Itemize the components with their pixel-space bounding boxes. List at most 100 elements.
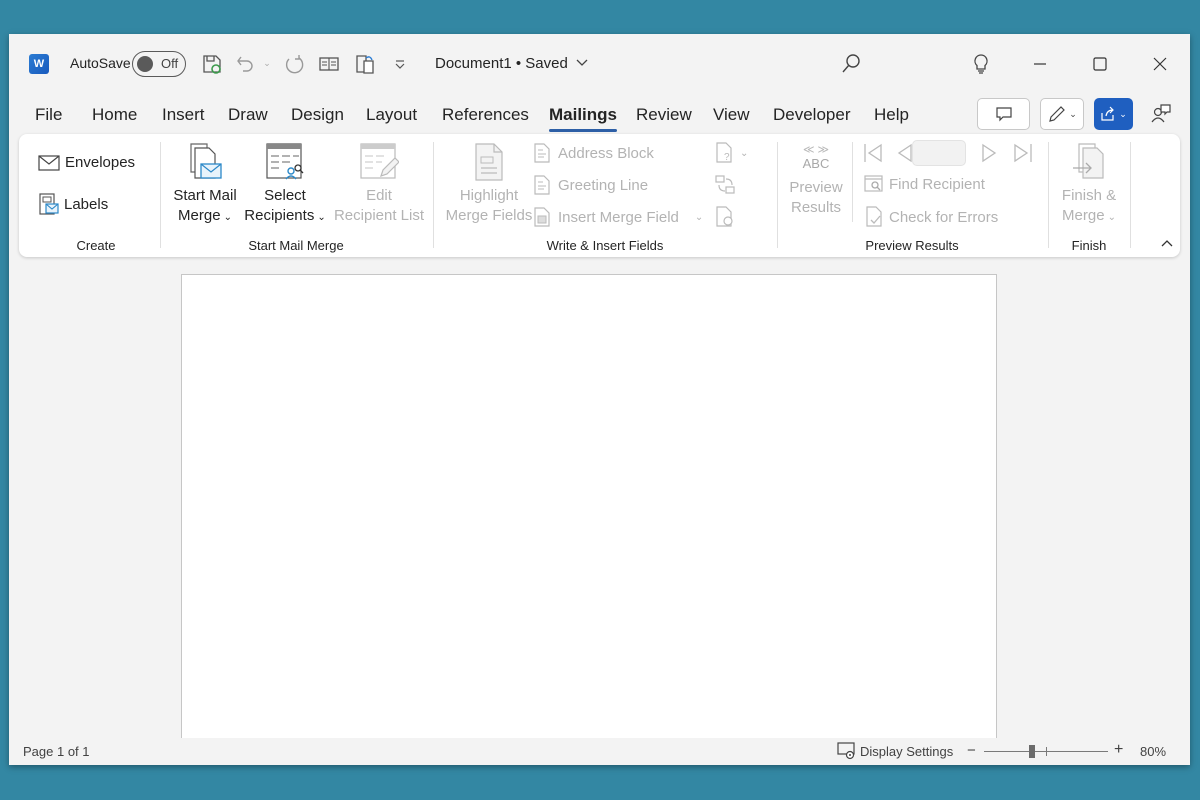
group-label-start-mail-merge: Start Mail Merge — [248, 238, 344, 253]
maximize-button[interactable] — [1077, 48, 1123, 80]
customize-toolbar-icon[interactable] — [388, 52, 412, 76]
search-icon[interactable] — [839, 52, 863, 76]
group-separator — [1048, 142, 1049, 248]
abc-icon: ABC — [802, 156, 830, 171]
word-logo-icon: W — [29, 54, 49, 74]
tab-draw[interactable]: Draw — [228, 100, 268, 130]
tab-mailings[interactable]: Mailings — [549, 100, 618, 132]
group-separator — [433, 142, 434, 248]
match-fields-icon — [715, 175, 735, 194]
group-label-preview-results: Preview Results — [865, 238, 959, 253]
find-recipient-label: Find Recipient — [889, 175, 985, 193]
start-mail-merge-icon — [190, 143, 222, 179]
document-update-icon[interactable] — [353, 52, 377, 76]
redo-icon[interactable] — [282, 52, 306, 76]
mailings-ribbon: Envelopes Labels Create Start Mail Merge… — [19, 134, 1180, 257]
update-labels-button[interactable] — [716, 206, 736, 228]
match-fields-button[interactable] — [714, 175, 736, 195]
next-record-icon — [982, 143, 997, 163]
last-record-icon — [1014, 143, 1032, 163]
editing-pen-icon — [1049, 106, 1066, 122]
chevron-down-icon: ⌄ — [740, 147, 749, 159]
preview-label-1: Preview — [789, 179, 843, 196]
undo-icon[interactable] — [234, 52, 258, 76]
highlight-merge-fields-button[interactable]: Highlight Merge Fields — [441, 142, 537, 226]
svg-text:?: ? — [724, 152, 730, 163]
last-record-button[interactable] — [1012, 142, 1034, 164]
update-labels-icon — [716, 206, 733, 227]
labels-label: Labels — [64, 195, 109, 213]
display-settings-button[interactable]: Display Settings — [837, 742, 953, 760]
minimize-button[interactable] — [1017, 48, 1063, 80]
address-block-icon — [534, 143, 550, 163]
lightbulb-icon[interactable] — [971, 52, 991, 76]
first-record-button[interactable] — [862, 142, 884, 164]
toggle-knob — [137, 56, 153, 72]
tab-design[interactable]: Design — [291, 100, 344, 130]
check-for-errors-button[interactable]: Check for Errors — [866, 206, 998, 228]
tab-developer[interactable]: Developer — [773, 100, 851, 130]
close-button[interactable] — [1137, 48, 1183, 80]
next-record-button[interactable] — [981, 142, 999, 164]
finish-and-merge-button[interactable]: Finish & Merge ⌄ — [1052, 142, 1126, 228]
tab-references[interactable]: References — [442, 100, 529, 130]
select-recipients-button[interactable]: Select Recipients ⌄ — [243, 142, 327, 228]
first-record-icon — [864, 143, 882, 163]
select-recipients-icon — [266, 143, 304, 180]
title-bar: W AutoSave Off ⌄ Document1 • Saved — [9, 34, 1190, 94]
editing-mode-button[interactable]: ⌄ — [1040, 98, 1084, 130]
edit-list-label-2: Recipient List — [333, 207, 425, 224]
tab-review[interactable]: Review — [636, 100, 692, 130]
edit-recipient-list-button[interactable]: Edit Recipient List — [329, 142, 429, 226]
status-bar: Page 1 of 1 Display Settings − + 80% — [9, 738, 1190, 765]
collapse-ribbon-button[interactable] — [1160, 237, 1174, 249]
coauthor-button[interactable] — [1149, 102, 1173, 126]
finish-label-2: Merge ⌄ — [1062, 207, 1116, 224]
document-page[interactable] — [181, 274, 997, 765]
autosave-toggle[interactable]: Off — [132, 51, 186, 77]
rules-button[interactable]: ? ⌄ — [716, 142, 748, 164]
finish-merge-icon — [1073, 143, 1104, 179]
start-mail-merge-button[interactable]: Start Mail Merge ⌄ — [166, 142, 244, 228]
preview-label-2: Results — [790, 199, 842, 216]
zoom-slider-thumb[interactable] — [1029, 745, 1036, 758]
autosave-state: Off — [161, 56, 179, 71]
check-errors-label: Check for Errors — [889, 208, 999, 226]
tab-help[interactable]: Help — [874, 100, 909, 130]
zoom-out-button[interactable]: − — [967, 742, 976, 759]
insert-merge-field-button[interactable]: Insert Merge Field ⌄ — [534, 207, 703, 227]
chevron-down-icon[interactable] — [574, 54, 590, 70]
chevron-down-icon: ⌄ — [694, 211, 704, 223]
find-recipient-button[interactable]: Find Recipient — [864, 175, 985, 193]
tab-layout[interactable]: Layout — [366, 100, 417, 130]
tab-home[interactable]: Home — [92, 100, 137, 130]
share-icon — [1101, 106, 1115, 121]
undo-dropdown-icon[interactable]: ⌄ — [261, 56, 273, 70]
read-mode-icon[interactable] — [317, 52, 341, 76]
share-button[interactable]: ⌄ — [1094, 98, 1133, 130]
highlight-label-2: Merge Fields — [445, 207, 533, 224]
display-settings-label: Display Settings — [860, 743, 954, 759]
document-title[interactable]: Document1 • Saved — [435, 55, 568, 72]
tab-insert[interactable]: Insert — [162, 100, 205, 130]
page-count[interactable]: Page 1 of 1 — [23, 744, 90, 759]
group-separator — [777, 142, 778, 248]
tab-view[interactable]: View — [713, 100, 750, 130]
envelopes-button[interactable]: Envelopes — [38, 154, 135, 171]
zoom-level[interactable]: 80% — [1140, 744, 1166, 759]
labels-button[interactable]: Labels — [39, 193, 108, 215]
zoom-in-button[interactable]: + — [1114, 741, 1123, 759]
edit-list-label-1: Edit — [366, 187, 392, 204]
group-label-finish: Finish — [1071, 238, 1107, 253]
greeting-line-button[interactable]: Greeting Line — [534, 175, 648, 195]
previous-record-icon — [897, 143, 912, 163]
comments-button[interactable] — [977, 98, 1030, 130]
previous-record-button[interactable] — [895, 142, 913, 164]
preview-results-button[interactable]: ≪ ≫ ABC Preview Results — [781, 144, 851, 218]
tab-file[interactable]: File — [35, 100, 62, 130]
start-mail-merge-label-1: Start Mail — [173, 187, 237, 204]
record-number-input[interactable] — [912, 140, 966, 166]
address-block-button[interactable]: Address Block — [534, 143, 654, 163]
coauthor-icon — [1151, 104, 1171, 123]
save-sync-icon[interactable] — [200, 52, 224, 76]
